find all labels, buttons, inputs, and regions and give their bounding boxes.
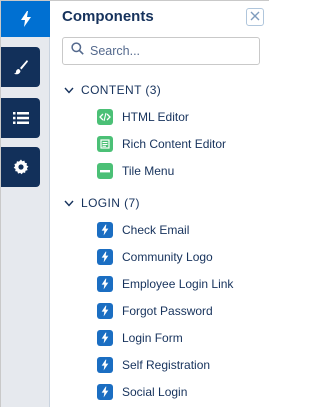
search-icon [71, 42, 84, 60]
section-header-content[interactable]: CONTENT (3) [64, 83, 161, 97]
component-label: Employee Login Link [122, 277, 234, 291]
search-input[interactable] [90, 44, 250, 58]
gear-icon [13, 159, 29, 175]
components-rail-button[interactable] [1, 1, 50, 37]
lightning-icon [20, 11, 32, 27]
rich-content-icon [97, 136, 113, 152]
component-item-login-form[interactable]: Login Form [97, 327, 183, 349]
component-label: HTML Editor [122, 110, 189, 124]
page-structure-rail-button[interactable] [1, 98, 40, 138]
lightning-icon [97, 384, 113, 400]
component-item-html-editor[interactable]: HTML Editor [97, 106, 189, 128]
component-label: Rich Content Editor [122, 137, 227, 151]
component-item-check-email[interactable]: Check Email [97, 219, 189, 241]
component-item-community-logo[interactable]: Community Logo [97, 246, 213, 268]
close-button[interactable] [246, 8, 264, 26]
component-label: Tile Menu [122, 164, 175, 178]
component-label: Social Login [122, 385, 188, 399]
lightning-icon [97, 276, 113, 292]
component-label: Login Form [122, 331, 183, 345]
lightning-icon [97, 249, 113, 265]
component-item-rich-content-editor[interactable]: Rich Content Editor [97, 133, 226, 155]
tile-menu-icon [97, 163, 113, 179]
component-label: Forgot Password [122, 304, 213, 318]
panel-title: Components [62, 8, 154, 25]
components-panel: Components CONTENT (3) HTML Editor [50, 1, 270, 407]
list-icon [12, 111, 29, 125]
chevron-down-icon [64, 196, 74, 210]
paintbrush-icon [13, 59, 29, 75]
component-label: Self Registration [122, 358, 211, 372]
section-label: CONTENT (3) [81, 83, 162, 97]
component-item-self-registration[interactable]: Self Registration [97, 354, 210, 376]
lightning-icon [97, 222, 113, 238]
search-box[interactable] [62, 37, 260, 65]
component-label: Check Email [122, 223, 190, 237]
component-item-employee-login-link[interactable]: Employee Login Link [97, 273, 233, 295]
lightning-icon [97, 303, 113, 319]
theme-rail-button[interactable] [1, 47, 40, 87]
lightning-icon [97, 330, 113, 346]
section-label: LOGIN (7) [81, 196, 140, 210]
chevron-down-icon [64, 83, 74, 97]
component-item-tile-menu[interactable]: Tile Menu [97, 160, 174, 182]
close-icon [250, 8, 260, 26]
component-label: Community Logo [122, 250, 213, 264]
section-header-login[interactable]: LOGIN (7) [64, 196, 140, 210]
component-item-social-login[interactable]: Social Login [97, 381, 187, 403]
settings-rail-button[interactable] [1, 147, 40, 187]
builder-window: Components CONTENT (3) HTML Editor [0, 0, 270, 407]
html-editor-icon [97, 109, 113, 125]
left-rail [1, 1, 50, 407]
component-item-forgot-password[interactable]: Forgot Password [97, 300, 213, 322]
lightning-icon [97, 357, 113, 373]
